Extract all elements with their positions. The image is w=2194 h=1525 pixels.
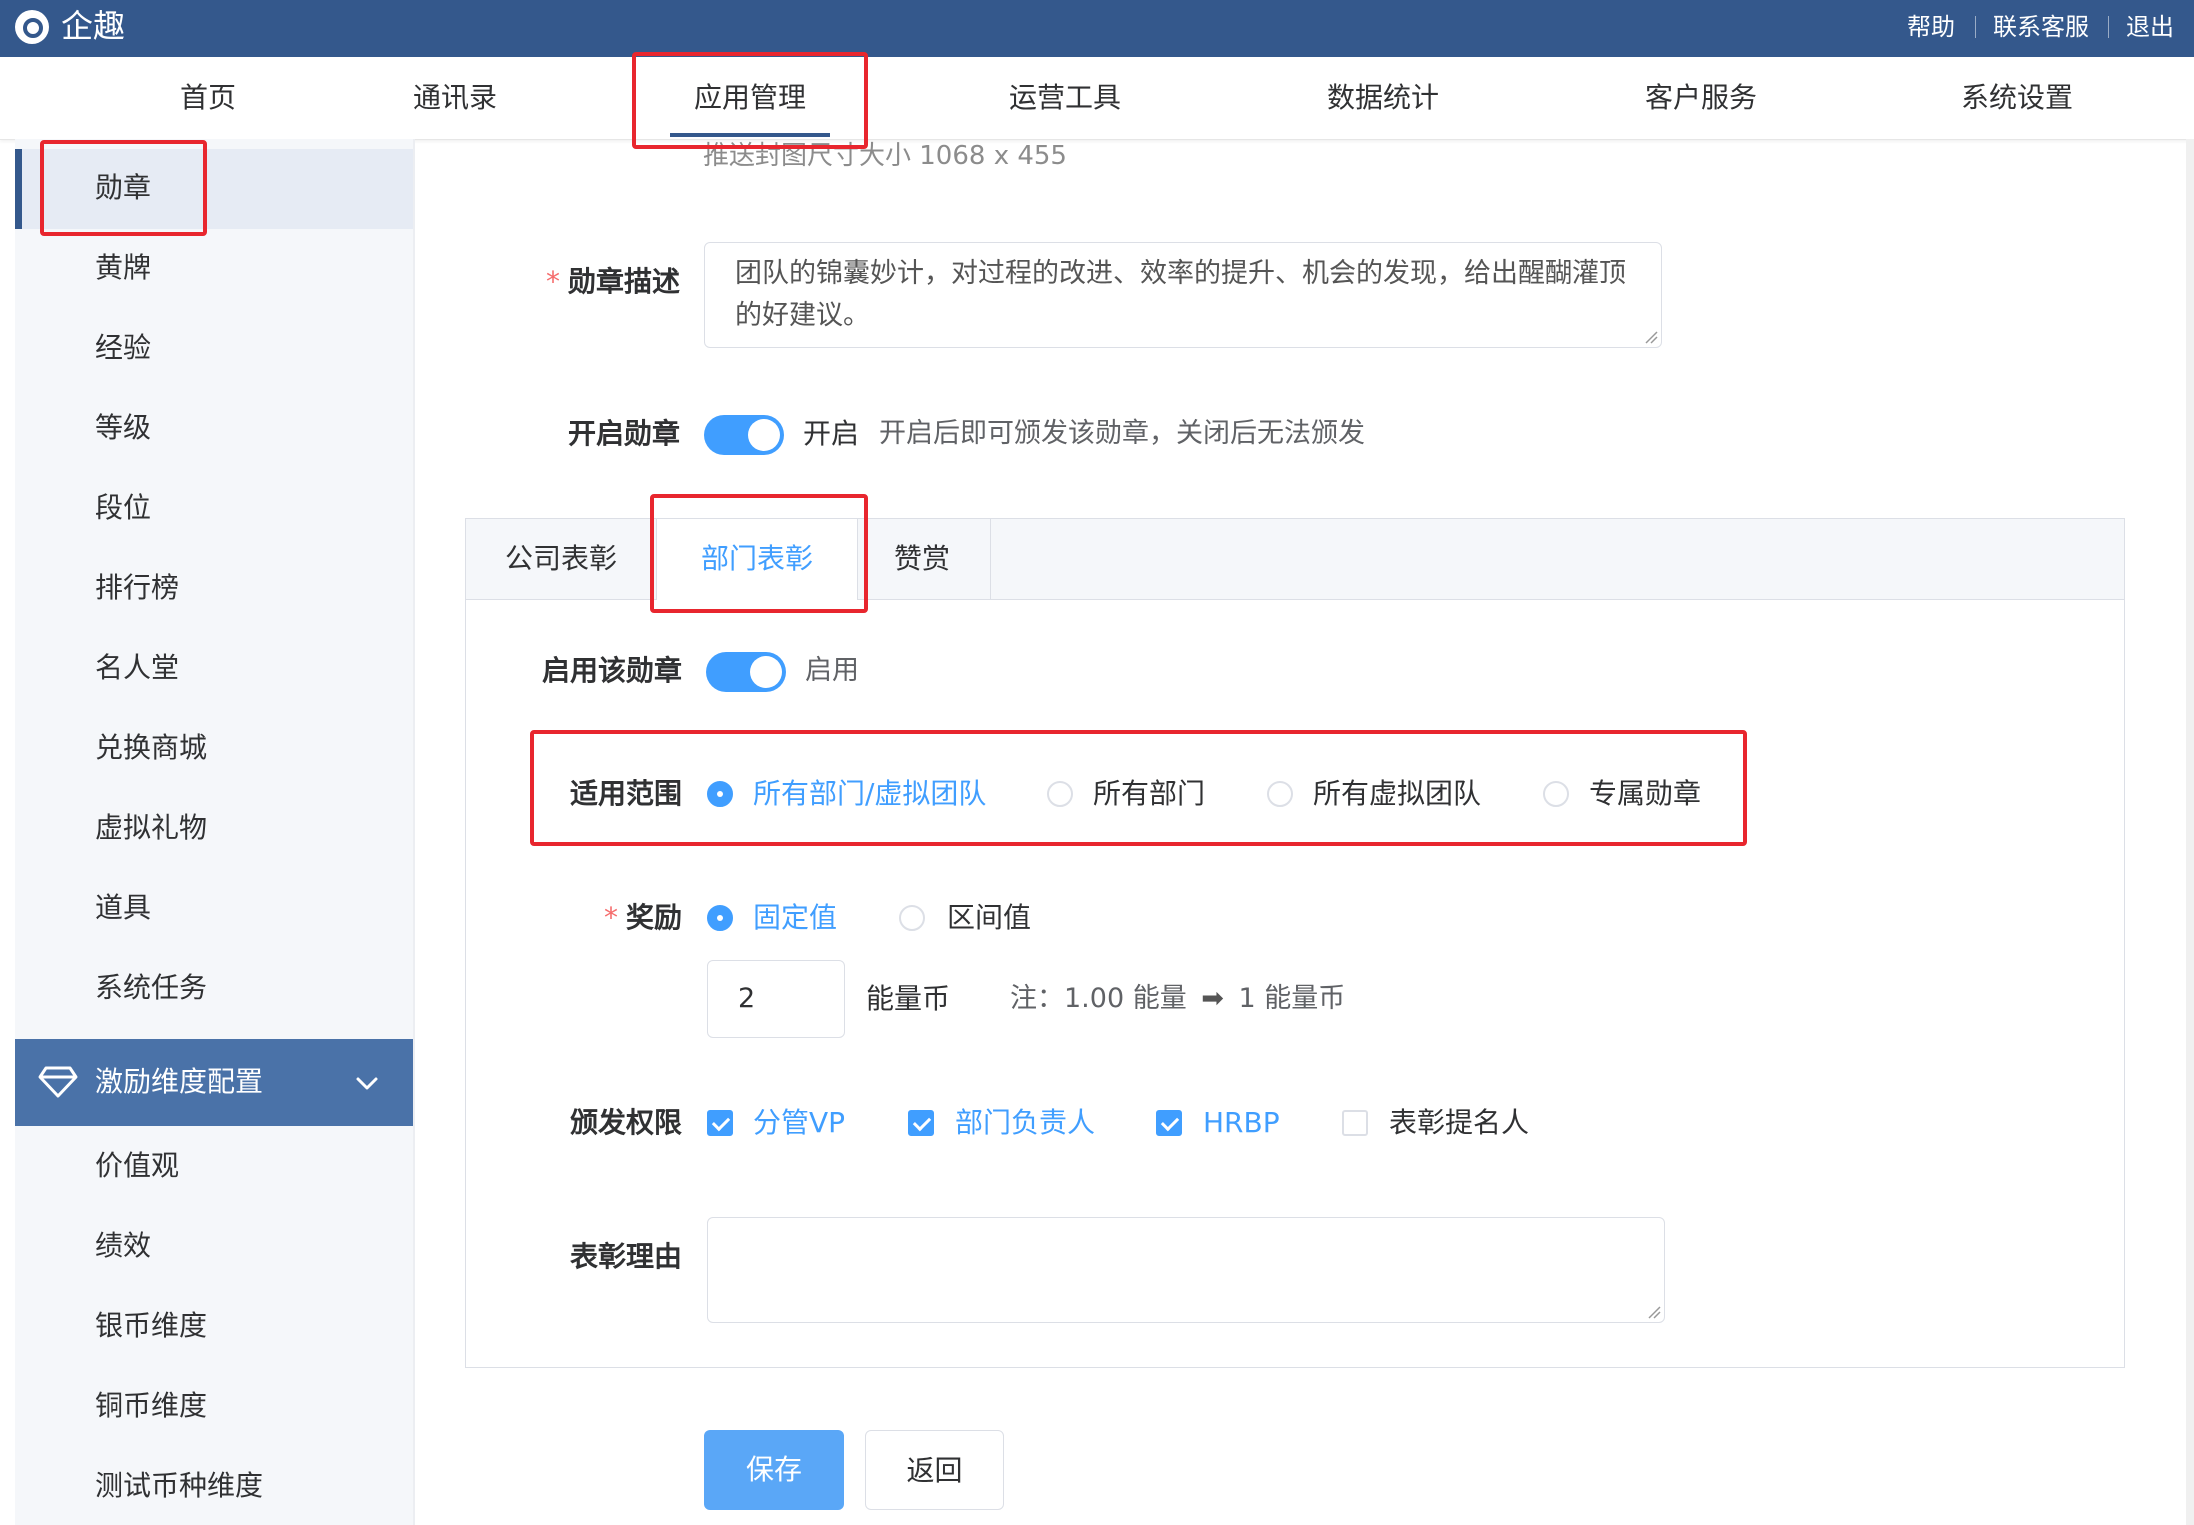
- permission-checkbox-vp[interactable]: [707, 1110, 733, 1136]
- reward-option-range[interactable]: 区间值: [947, 898, 1031, 938]
- sidebar-item-props[interactable]: 道具: [95, 888, 151, 928]
- top-bar: [0, 0, 2194, 57]
- reward-radio-range[interactable]: [899, 905, 925, 931]
- reward-value-input[interactable]: 2: [707, 960, 845, 1038]
- reward-unit: 能量币: [866, 982, 951, 1015]
- chevron-down-icon[interactable]: [353, 1070, 381, 1098]
- sidebar-active-indicator: [15, 149, 22, 229]
- save-button[interactable]: 保存: [704, 1430, 844, 1510]
- permission-checkbox-hrbp[interactable]: [1156, 1110, 1182, 1136]
- tab-appreciation[interactable]: 赞赏: [857, 519, 987, 599]
- medal-description-label-text: 勋章描述: [567, 265, 680, 298]
- nav-item-system-settings[interactable]: 系统设置: [1952, 57, 2082, 139]
- sidebar-item-leaderboard[interactable]: 排行榜: [95, 568, 179, 608]
- nav-item-contacts[interactable]: 通讯录: [395, 57, 515, 139]
- resize-grip-icon[interactable]: [1644, 330, 1658, 344]
- sidebar-item-experience[interactable]: 经验: [95, 328, 151, 368]
- reward-label-text: 奖励: [625, 901, 682, 934]
- help-link[interactable]: 帮助: [1907, 10, 1955, 44]
- tab-divider: [990, 519, 991, 599]
- nav-item-home[interactable]: 首页: [148, 57, 268, 139]
- reason-textarea[interactable]: [707, 1217, 1665, 1323]
- tab-company-commendation[interactable]: 公司表彰: [466, 519, 656, 599]
- permission-checkbox-nominator[interactable]: [1342, 1110, 1368, 1136]
- enable-this-medal-state: 启用: [805, 655, 859, 686]
- sidebar-group-label: 激励维度配置: [95, 1065, 264, 1098]
- required-mark: *: [603, 901, 618, 934]
- reward-radio-fixed[interactable]: [707, 905, 733, 931]
- annotation-highlight-tab: [650, 494, 868, 613]
- permission-checkbox-dept-head[interactable]: [908, 1110, 934, 1136]
- enable-medal-state: 开启: [803, 417, 860, 450]
- app-name: 企趣: [61, 7, 126, 45]
- enable-medal-hint: 开启后即可颁发该勋章，关闭后无法颁发: [879, 418, 1365, 449]
- top-link-divider: [2108, 16, 2109, 38]
- medal-description-label: * 勋章描述: [480, 262, 680, 302]
- enable-medal-toggle[interactable]: [704, 415, 784, 455]
- sidebar-item-virtual-gift[interactable]: 虚拟礼物: [95, 808, 207, 848]
- permission-option-dept-head[interactable]: 部门负责人: [955, 1103, 1095, 1143]
- nav-item-ops-tools[interactable]: 运营工具: [1000, 57, 1130, 139]
- sidebar-item-rank[interactable]: 段位: [95, 488, 151, 528]
- reason-label: 表彰理由: [569, 1240, 682, 1273]
- sidebar-divider: [413, 139, 415, 1525]
- reward-note-suffix: 1 能量币: [1238, 983, 1346, 1014]
- contact-link[interactable]: 联系客服: [1993, 10, 2089, 44]
- sidebar-item-exchange-mall[interactable]: 兑换商城: [95, 728, 207, 768]
- logout-link[interactable]: 退出: [2126, 10, 2174, 44]
- sidebar-item-hall-of-fame[interactable]: 名人堂: [95, 648, 179, 688]
- annotation-highlight-scope: [530, 730, 1747, 846]
- permission-option-hrbp[interactable]: HRBP: [1203, 1103, 1280, 1143]
- permission-option-nominator[interactable]: 表彰提名人: [1389, 1103, 1529, 1143]
- reward-option-fixed[interactable]: 固定值: [753, 898, 837, 938]
- resize-grip-icon[interactable]: [1647, 1305, 1661, 1319]
- sidebar-item-performance[interactable]: 绩效: [95, 1226, 151, 1266]
- medal-description-textarea[interactable]: 团队的锦囊妙计，对过程的改进、效率的提升、机会的发现，给出醒醐灌顶的好建议。: [704, 242, 1662, 348]
- annotation-highlight-sidebar: [40, 140, 207, 236]
- scrollbar[interactable]: [2186, 139, 2194, 1525]
- sidebar-item-level[interactable]: 等级: [95, 408, 151, 448]
- back-button[interactable]: 返回: [865, 1430, 1004, 1510]
- required-mark: *: [545, 265, 560, 298]
- sidebar-item-copper-coin[interactable]: 铜币维度: [95, 1386, 207, 1426]
- nav-item-customer-service[interactable]: 客户服务: [1636, 57, 1766, 139]
- reward-note: 注：1.00 能量 ➡ 1 能量币: [1010, 979, 1345, 1019]
- enable-medal-label: 开启勋章: [567, 417, 680, 450]
- sidebar-item-system-tasks[interactable]: 系统任务: [95, 968, 207, 1008]
- reward-label: * 奖励: [480, 898, 682, 938]
- reward-note-prefix: 注：1.00 能量: [1010, 983, 1187, 1014]
- sidebar: [15, 139, 413, 1525]
- enable-this-medal-label: 启用该勋章: [541, 654, 682, 687]
- medal-description-value: 团队的锦囊妙计，对过程的改进、效率的提升、机会的发现，给出醒醐灌顶的好建议。: [735, 258, 1626, 331]
- top-link-divider: [1975, 16, 1976, 38]
- nav-item-statistics[interactable]: 数据统计: [1318, 57, 1448, 139]
- sidebar-item-test-currency[interactable]: 测试币种维度: [95, 1466, 263, 1506]
- enable-this-medal-toggle[interactable]: [706, 652, 786, 692]
- sidebar-item-yellow-card[interactable]: 黄牌: [95, 248, 151, 288]
- permission-option-vp[interactable]: 分管VP: [753, 1103, 845, 1143]
- sidebar-item-values[interactable]: 价值观: [95, 1146, 179, 1186]
- annotation-highlight-nav: [632, 52, 868, 149]
- arrow-right-icon: ➡: [1201, 983, 1224, 1014]
- logo-icon: [15, 10, 49, 44]
- sidebar-item-silver-coin[interactable]: 银币维度: [95, 1306, 207, 1346]
- gem-icon: [38, 1066, 78, 1098]
- permission-label: 颁发权限: [569, 1106, 682, 1139]
